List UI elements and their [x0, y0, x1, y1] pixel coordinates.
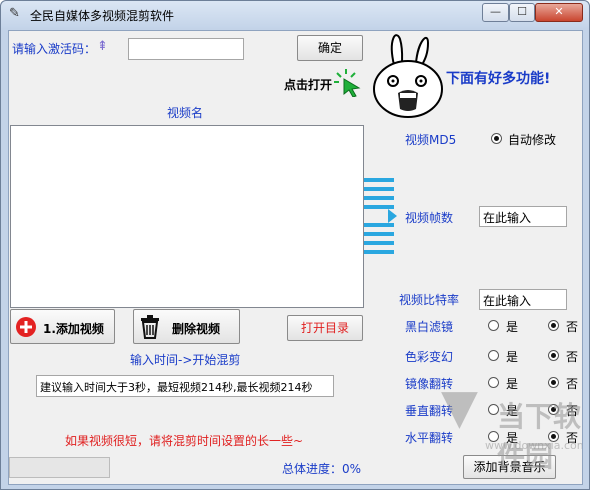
filter-yes-radio[interactable] — [488, 320, 499, 331]
mix-time-input[interactable]: 建议输入时间大于3秒，最短视频214秒,最长视频214秒 — [36, 375, 334, 397]
add-video-button[interactable]: 1.添加视频 — [10, 309, 115, 344]
filter-no-label: 否 — [566, 320, 579, 334]
video-list[interactable] — [10, 125, 364, 308]
mix-time-label: 输入时间->开始混剪 — [130, 353, 241, 367]
open-directory-button[interactable]: 打开目录 — [287, 315, 363, 341]
add-video-label: 1.添加视频 — [43, 322, 104, 336]
filter-yes-radio[interactable] — [488, 377, 499, 388]
md5-auto-radio[interactable] — [491, 133, 502, 144]
filter-label: 黑白滤镜 — [405, 320, 454, 334]
bitrate-input[interactable]: 在此输入 — [479, 289, 567, 310]
title-bar[interactable]: ✎ 全民自媒体多视频混剪软件 — ☐ ✕ — [1, 1, 589, 28]
md5-label: 视频MD5 — [405, 133, 457, 147]
activation-label: 请输入激活码： — [12, 42, 97, 56]
activation-code-input[interactable] — [128, 38, 244, 60]
watermark-logo: ▼ — [441, 379, 478, 435]
add-icon — [16, 317, 36, 337]
short-video-warning: 如果视频很短，请将混剪时间设置的长一些~ — [65, 434, 304, 448]
rabbit-mascot-icon — [373, 34, 443, 118]
video-list-header: 视频名 — [167, 106, 204, 120]
progress-label: 总体进度：0% — [282, 462, 362, 476]
fps-label: 视频帧数 — [405, 211, 454, 225]
filter-yes-label: 是 — [506, 350, 519, 364]
minimize-button[interactable]: — — [482, 3, 509, 22]
trash-icon — [141, 315, 159, 339]
filter-no-radio[interactable] — [548, 350, 559, 361]
progress-bar — [9, 457, 110, 478]
close-button[interactable]: ✕ — [535, 3, 583, 22]
expand-arrow-icon — [364, 178, 397, 254]
filter-no-radio[interactable] — [548, 377, 559, 388]
md5-auto-label: 自动修改 — [508, 133, 557, 147]
cursor-icon: ⇞ — [97, 39, 108, 54]
click-cursor-icon[interactable] — [332, 67, 362, 97]
filter-no-label: 否 — [566, 350, 579, 364]
watermark-brand: 当下软件园 — [497, 400, 582, 473]
confirm-button[interactable]: 确定 — [297, 35, 363, 61]
delete-video-button[interactable]: 删除视频 — [133, 309, 240, 344]
main-panel: 请输入激活码： ⇞ 确定 点击打开 下面有好多功能! 视频名 视频MD5 自动修… — [8, 30, 583, 485]
filter-no-label: 否 — [566, 377, 579, 391]
filter-yes-label: 是 — [506, 320, 519, 334]
filter-label: 色彩变幻 — [405, 350, 454, 364]
filter-yes-radio[interactable] — [488, 350, 499, 361]
delete-video-label: 删除视频 — [172, 322, 221, 336]
window-title: 全民自媒体多视频混剪软件 — [30, 9, 175, 23]
filter-yes-label: 是 — [506, 377, 519, 391]
filter-no-radio[interactable] — [548, 320, 559, 331]
promo-text: 下面有好多功能! — [446, 71, 551, 87]
bitrate-label: 视频比特率 — [399, 293, 460, 307]
maximize-button[interactable]: ☐ — [509, 3, 535, 22]
fps-input[interactable]: 在此输入 — [479, 206, 567, 227]
app-window: ✎ 全民自媒体多视频混剪软件 — ☐ ✕ 请输入激活码： ⇞ 确定 点击打开 下… — [0, 0, 590, 490]
feather-icon: ✎ — [9, 6, 20, 21]
watermark-url: www.downxia.com — [485, 439, 583, 452]
click-open-hint[interactable]: 点击打开 — [284, 76, 332, 93]
